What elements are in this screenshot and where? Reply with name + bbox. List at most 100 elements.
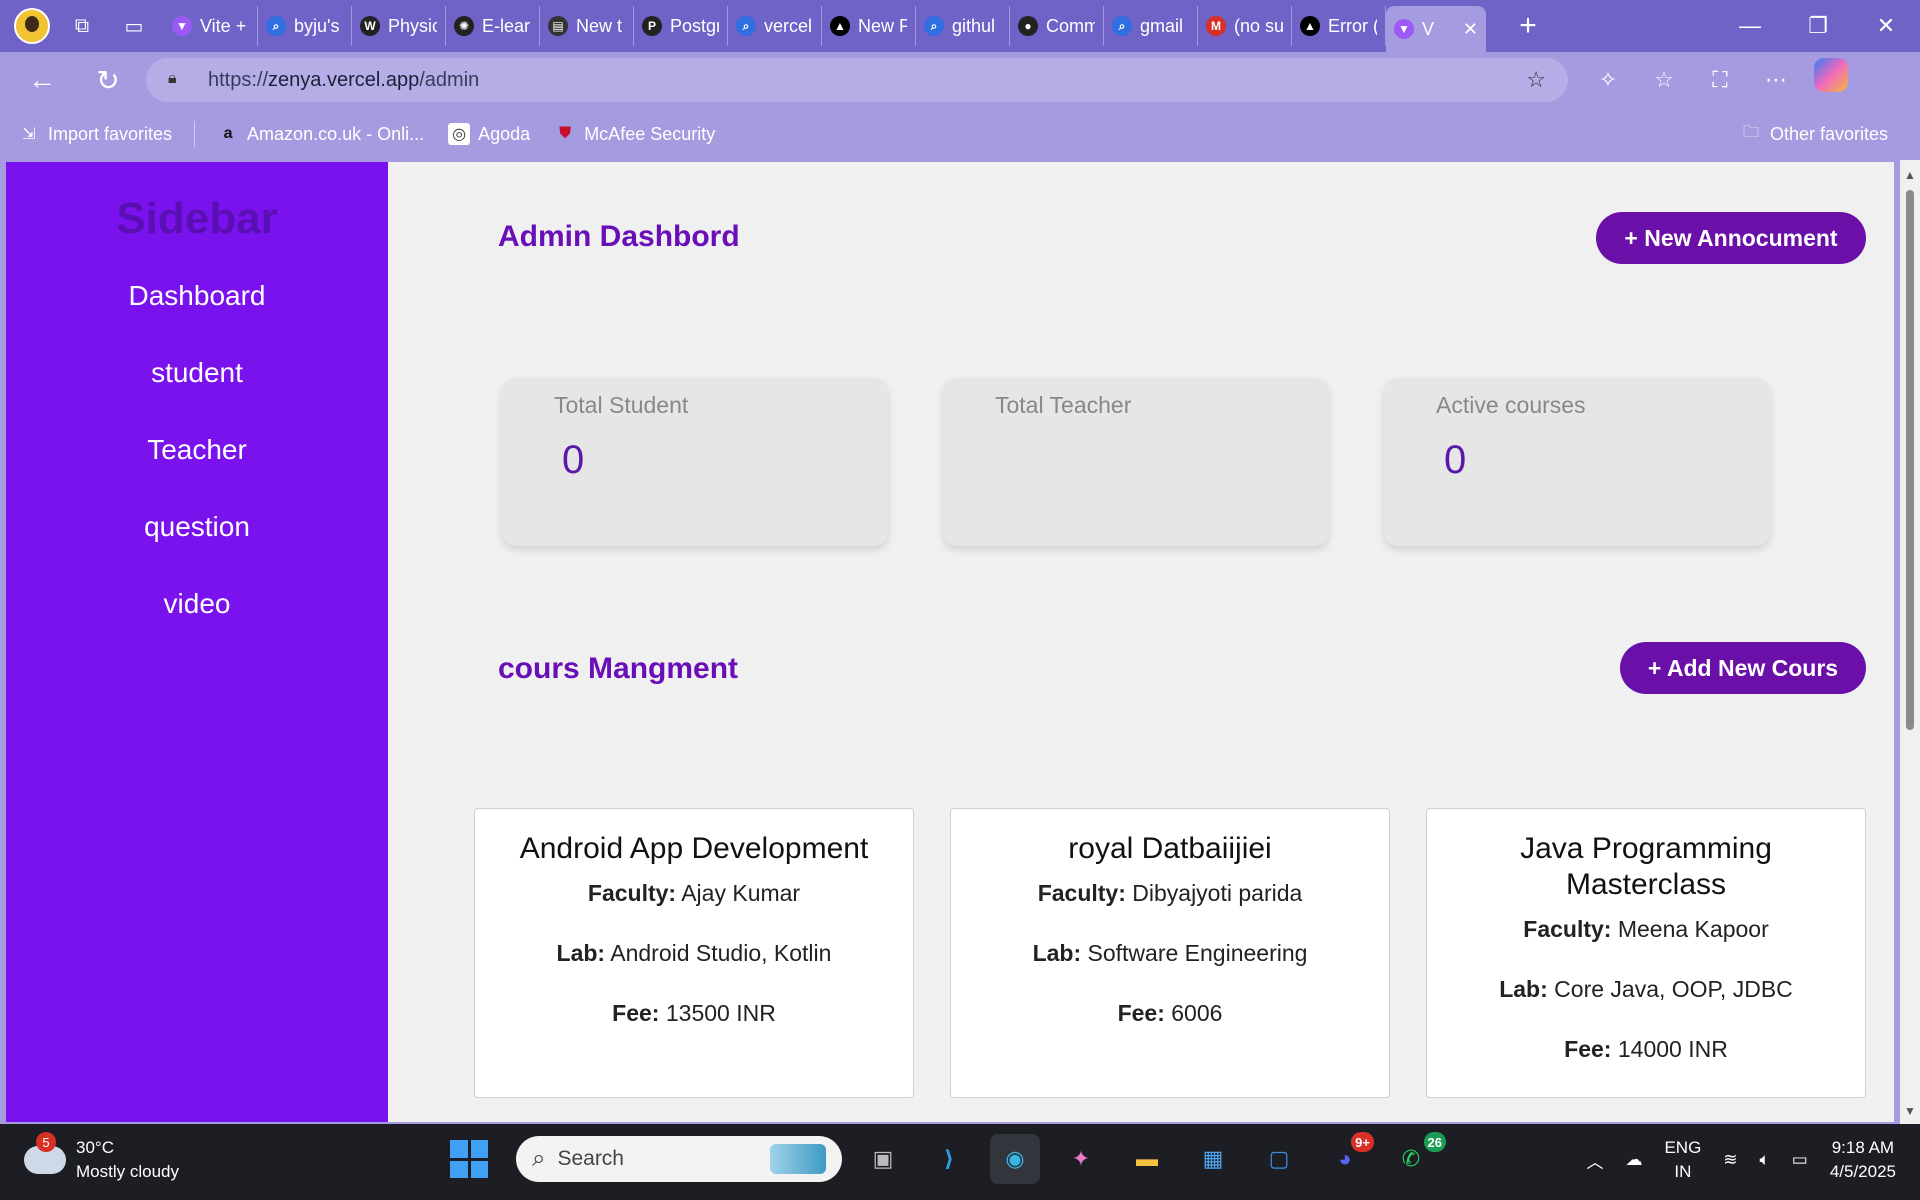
page-icon: ▤ xyxy=(548,16,568,36)
sidebar-item-dashboard[interactable]: Dashboard xyxy=(6,280,388,312)
stat-label: Active courses xyxy=(1436,392,1586,418)
tab-strip: ▼Vite + ⌕byju's WPhysic ✺E-learn ▤New t … xyxy=(164,0,1486,52)
search-placeholder: Search xyxy=(557,1147,624,1170)
mcafee-icon: ⛊ xyxy=(559,125,572,142)
browser-tab[interactable]: ▤ New t xyxy=(540,6,634,46)
close-tab-icon[interactable]: ✕ xyxy=(1463,19,1478,40)
stat-card-active-courses: Active courses 0 xyxy=(1384,378,1770,546)
browser-tab[interactable]: ▼ Vite + xyxy=(164,6,258,46)
whatsapp-icon[interactable]: ✆ 26 xyxy=(1386,1132,1446,1184)
sidebar-item-video[interactable]: video xyxy=(6,588,388,620)
vertical-scrollbar[interactable]: ▲ ▼ xyxy=(1900,160,1920,1124)
add-course-button[interactable]: + Add New Cours xyxy=(1620,642,1866,694)
page-title: Admin Dashbord xyxy=(498,220,740,253)
wifi-icon[interactable]: ≋ xyxy=(1723,1150,1737,1170)
favorite-mcafee[interactable]: ⛊ McAfee Security xyxy=(542,123,727,145)
restore-button[interactable]: ❐ xyxy=(1784,0,1852,52)
browser-tab[interactable]: ▲ New P xyxy=(822,6,916,46)
gmail-icon: M xyxy=(1206,16,1226,36)
favorite-import[interactable]: ⇲ Import favorites xyxy=(6,123,184,145)
onedrive-icon[interactable]: ☁ xyxy=(1625,1150,1642,1170)
stat-value: 0 xyxy=(562,438,585,482)
task-view-icon[interactable]: ▣ xyxy=(858,1134,908,1184)
file-explorer-icon[interactable]: ▬ xyxy=(1122,1134,1172,1184)
scroll-up-icon[interactable]: ▲ xyxy=(1904,168,1916,182)
window-controls: — ❐ ✕ xyxy=(1716,0,1920,52)
weather-widget[interactable]: 5 30°C Mostly cloudy xyxy=(24,1132,179,1184)
sidebar-item-question[interactable]: question xyxy=(6,511,388,543)
volume-icon[interactable]: 🔈︎ xyxy=(1760,1150,1770,1170)
course-name: royal Datbaiijiei xyxy=(1068,832,1272,865)
course-card[interactable]: Java Programming Masterclass Faculty: Me… xyxy=(1426,808,1866,1098)
browser-tab[interactable]: ⌕ githul xyxy=(916,6,1010,46)
other-favorites[interactable]: 🗀︎ Other favorites xyxy=(1728,123,1900,145)
scroll-thumb[interactable] xyxy=(1906,190,1914,730)
browser-tab[interactable]: ● Comm xyxy=(1010,6,1104,46)
language-indicator[interactable]: ENG IN xyxy=(1664,1136,1701,1184)
favorite-amazon[interactable]: a Amazon.co.uk - Onli... xyxy=(205,123,436,145)
course-card[interactable]: Android App Development Faculty: Ajay Ku… xyxy=(474,808,914,1098)
new-tab-button[interactable]: + xyxy=(1508,9,1548,43)
battery-icon[interactable]: ▭ xyxy=(1792,1150,1808,1170)
url-field[interactable]: 🔒︎ https://zenya.vercel.app/admin ☆ xyxy=(146,58,1568,102)
browser-tab[interactable]: ⌕ byju's xyxy=(258,6,352,46)
course-card[interactable]: royal Datbaiijiei Faculty: Dibyajyoti pa… xyxy=(950,808,1390,1098)
divider xyxy=(194,121,196,147)
new-announcement-button[interactable]: + New Annocument xyxy=(1596,212,1866,264)
vite-icon: ▼ xyxy=(1394,19,1414,39)
chevron-up-icon[interactable]: ︿ xyxy=(1586,1148,1603,1173)
course-fee: Fee: 6006 xyxy=(1117,1000,1223,1026)
sidebar-item-teacher[interactable]: Teacher xyxy=(6,434,388,466)
minimize-button[interactable]: — xyxy=(1716,0,1784,52)
browser-tab[interactable]: ⌕ vercel xyxy=(728,6,822,46)
browser-tab[interactable]: W Physic xyxy=(352,6,446,46)
vscode-icon[interactable]: ⟩ xyxy=(924,1134,974,1184)
temperature: 30°C xyxy=(76,1138,114,1157)
favorite-star-icon[interactable]: ☆ xyxy=(1526,67,1546,93)
discord-icon[interactable]: ◕ 9+ xyxy=(1320,1132,1374,1184)
sidebar: Sidebar Dashboard student Teacher questi… xyxy=(6,162,388,1122)
browser-tab[interactable]: P Postgr xyxy=(634,6,728,46)
sidebar-title: Sidebar xyxy=(116,194,278,243)
start-button[interactable] xyxy=(450,1140,488,1178)
workspaces-icon[interactable]: ⧉ xyxy=(62,6,102,46)
notification-badge: 5 xyxy=(36,1132,56,1152)
browser-tab-active[interactable]: ▼ V ✕ xyxy=(1386,6,1486,52)
taskbar-search[interactable]: ⌕ Search xyxy=(516,1136,842,1182)
browser-tab[interactable]: ⌕ gmail xyxy=(1104,6,1198,46)
copilot-icon[interactable] xyxy=(1814,58,1848,92)
extensions-icon[interactable]: ✧ xyxy=(1580,58,1636,102)
store-icon[interactable]: ▦ xyxy=(1188,1134,1238,1184)
screenshot-icon[interactable]: ⛶ xyxy=(1692,58,1748,102)
course-lab: Lab: Core Java, OOP, JDBC xyxy=(1499,976,1793,1002)
browser-tab[interactable]: ▲ Error ( xyxy=(1292,6,1386,46)
scroll-down-icon[interactable]: ▼ xyxy=(1904,1104,1916,1118)
sidebar-item-student[interactable]: student xyxy=(6,357,388,389)
search-icon: ⌕ xyxy=(736,16,756,36)
search-icon: ⌕ xyxy=(924,16,944,36)
course-faculty: Faculty: Meena Kapoor xyxy=(1523,916,1769,942)
wordpress-icon: W xyxy=(360,16,380,36)
course-faculty: Faculty: Dibyajyoti parida xyxy=(1037,880,1303,906)
profile-avatar[interactable] xyxy=(14,8,50,44)
vertical-tabs-icon[interactable]: ▭ xyxy=(114,6,154,46)
back-button[interactable]: ← xyxy=(20,58,64,102)
page-viewport: Sidebar Dashboard student Teacher questi… xyxy=(0,160,1920,1124)
more-icon[interactable]: ⋯ xyxy=(1748,58,1804,102)
clock[interactable]: 9:18 AM 4/5/2025 xyxy=(1830,1136,1896,1184)
close-window-button[interactable]: ✕ xyxy=(1852,0,1920,52)
app-window-icon[interactable]: ▢ xyxy=(1254,1134,1304,1184)
browser-tab[interactable]: ✺E-learn xyxy=(446,6,540,46)
copilot-app-icon[interactable]: ✦ xyxy=(1056,1134,1106,1184)
search-icon: ⌕ xyxy=(1112,16,1132,36)
browser-tab[interactable]: M (no su xyxy=(1198,6,1292,46)
edge-icon[interactable]: ◉ xyxy=(990,1134,1040,1184)
folder-icon: 🗀︎ xyxy=(1742,123,1759,141)
favorites-bar: ⇲ Import favorites a Amazon.co.uk - Onli..… xyxy=(0,108,1920,160)
favorites-icon[interactable]: ☆ xyxy=(1636,58,1692,102)
url-host: zenya.vercel.app xyxy=(268,68,420,91)
favorite-agoda[interactable]: ◎ Agoda xyxy=(436,123,542,145)
refresh-button[interactable]: ↻ xyxy=(86,58,130,102)
github-icon: ● xyxy=(1018,16,1038,36)
vercel-icon: ▲ xyxy=(1300,16,1320,36)
